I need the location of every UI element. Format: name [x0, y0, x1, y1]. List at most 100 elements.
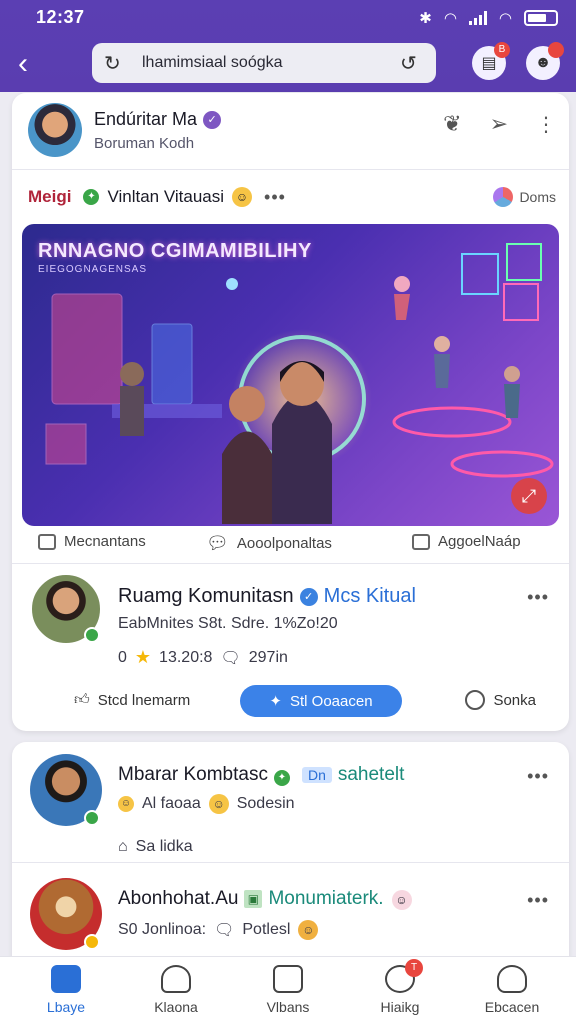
- nav-chat[interactable]: T Hiaikg: [350, 959, 450, 1015]
- top-bar: 12:37 ✱ ◠ ◠ ‹ ↻ lhamimsiaal soógka ↺ ▤ B…: [0, 0, 576, 92]
- send-icon[interactable]: ➢: [490, 111, 508, 137]
- profile-menu-button[interactable]: ☻: [526, 42, 564, 80]
- url-text[interactable]: lhamimsiaal soógka: [128, 54, 400, 72]
- like-button[interactable]: 👍︎ Stcd lnemarm: [58, 683, 206, 717]
- nav-home[interactable]: Lbaye: [16, 965, 116, 1015]
- tab-label: Aooolponaltas: [236, 535, 332, 552]
- group-status-icon: ✦: [83, 189, 100, 205]
- more-horizontal-icon[interactable]: •••: [527, 890, 549, 911]
- feed-name-text: Mbarar Kombtasc: [118, 764, 268, 785]
- community-icon: [161, 965, 191, 993]
- rating-value: 13.20:8: [159, 648, 213, 666]
- inbox-icon: ▤: [481, 55, 497, 72]
- profile-name[interactable]: Endúritar Ma ✓: [94, 109, 222, 130]
- reload-icon[interactable]: ↺: [400, 51, 424, 76]
- nav-box[interactable]: Vlbans: [238, 965, 338, 1015]
- verified-icon: ✓: [203, 111, 222, 130]
- home-icon: ⌂: [118, 838, 128, 855]
- more-horizontal-icon[interactable]: •••: [527, 766, 549, 787]
- feed-line-text: Potlesl: [242, 921, 291, 938]
- nav-label: Klaona: [154, 999, 198, 1015]
- join-label: Stl Ooaacen: [290, 692, 373, 710]
- wifi2-icon: ◠: [498, 10, 512, 27]
- save-button[interactable]: Sonka: [465, 683, 536, 717]
- group-name[interactable]: Vinltan Vitauasi: [107, 187, 224, 207]
- document-icon: [38, 533, 56, 550]
- avatar[interactable]: [28, 103, 82, 157]
- feed-card: Mbarar Kombtasc ✦ Dn sahetelt ••• ☺ Al faoa…: [12, 742, 569, 972]
- community-name-text: Ruamg Komunitasn: [118, 585, 294, 607]
- more-horizontal-icon[interactable]: •••: [264, 187, 286, 208]
- post-tabs: Mecnantans 💬︎ Aooolponaltas AggoelNaáp: [28, 533, 556, 559]
- feed-item-name[interactable]: Mbarar Kombtasc ✦ Dn sahetelt: [118, 764, 404, 786]
- notifications-button[interactable]: ▤ B: [472, 42, 510, 80]
- tab-apps[interactable]: AggoelNaáp: [412, 533, 521, 550]
- group-right-label: Doms: [519, 189, 556, 205]
- tag-icon: ▣: [244, 889, 263, 908]
- tab-mentions[interactable]: Mecnantans: [38, 533, 146, 550]
- tab-comments[interactable]: 💬︎ Aooolponaltas: [206, 533, 332, 554]
- profile-name-text: Endúritar Ma: [94, 109, 198, 129]
- app-icon: [412, 533, 430, 550]
- notification-badge: B: [494, 42, 510, 58]
- profile-icon: [497, 965, 527, 993]
- chat-icon: T: [385, 959, 423, 993]
- divider: [12, 169, 569, 170]
- feed-suffix: sahetelt: [337, 764, 405, 785]
- nav-community[interactable]: Klaona: [126, 965, 226, 1015]
- post-stats: 0 ★ 13.20:8 🗨︎ 297in: [118, 647, 288, 668]
- join-button[interactable]: ✦ Stl Ooaacen: [240, 685, 402, 717]
- feed-line-text: Al faoaa: [142, 795, 201, 812]
- feed-line-text: Sodesin: [236, 795, 295, 812]
- more-horizontal-icon[interactable]: •••: [527, 587, 549, 608]
- community-suffix: Mcs Kitual: [323, 585, 416, 607]
- hero-title: RNNAGNO CGIMAMIBILIHY: [38, 240, 312, 262]
- online-badge: [84, 627, 100, 643]
- nav-profile[interactable]: Ebcacen: [462, 965, 562, 1015]
- butterfly-icon: ✦: [269, 693, 282, 710]
- rating-prefix: 0: [118, 648, 127, 666]
- comment-count: 297in: [248, 648, 288, 666]
- save-label: Sonka: [493, 691, 536, 709]
- bird-icon[interactable]: ❦: [443, 111, 461, 137]
- signal-icon: [468, 11, 487, 25]
- nav-label: Ebcacen: [484, 999, 540, 1015]
- home-icon: [51, 965, 81, 993]
- bluetooth-icon: ✱: [419, 10, 432, 27]
- back-arrow-icon[interactable]: ‹: [18, 49, 28, 79]
- divider: [12, 862, 569, 863]
- more-vertical-icon[interactable]: ⋮: [536, 112, 556, 137]
- community-name[interactable]: Ruamg Komunitasn ✓ Mcs Kitual: [118, 585, 416, 608]
- like-label: Stcd lnemarm: [97, 691, 191, 709]
- comment-icon: 💬︎: [206, 533, 229, 553]
- profile-header: Endúritar Ma ✓ Boruman Kodh ❦ ➢ ⋮: [28, 103, 556, 163]
- emoji-icon: ☺: [391, 890, 412, 910]
- feed-line: ☺ Al faoaa ☺ Sodesin: [118, 794, 295, 814]
- reload-left-icon[interactable]: ↻: [104, 51, 128, 76]
- profile-badge: [548, 42, 564, 58]
- tab-label: Mecnantans: [64, 533, 146, 550]
- feed-item-name[interactable]: Abonhohat.Au ▣ Monumiaterk. ☺: [118, 888, 412, 910]
- feed-tag: Dn: [301, 767, 332, 783]
- post-meta: EabMnites S8t. Sdre. 1%Zo!20: [118, 615, 338, 632]
- smile-emoji-icon: ☺: [232, 187, 253, 207]
- profile-subtitle: Boruman Kodh: [94, 135, 195, 152]
- comment-icon: 🗨︎: [220, 649, 241, 667]
- nav-label: Vlbans: [266, 999, 310, 1015]
- verified-icon: ✓: [299, 587, 318, 606]
- status-badge: [84, 934, 100, 950]
- share-icon[interactable]: ⤢: [511, 478, 547, 514]
- verified-icon: ✦: [273, 770, 290, 786]
- group-right[interactable]: Doms: [493, 187, 556, 207]
- laugh-emoji-icon: ☺: [208, 794, 229, 814]
- thumbs-up-icon: 👍︎: [74, 691, 90, 708]
- group-left-label[interactable]: Meigi: [28, 187, 71, 207]
- main-post-card: Endúritar Ma ✓ Boruman Kodh ❦ ➢ ⋮ Meigi ✦…: [12, 93, 569, 731]
- bottom-nav: Lbaye Klaona Vlbans T Hiaikg Ebcacen: [0, 956, 576, 1024]
- header-actions: ❦ ➢ ⋮: [443, 111, 556, 137]
- feed-line-text: S0 Jonlinoa:: [118, 921, 207, 938]
- avatar-icon: ☻: [534, 54, 552, 71]
- emoji-icon: ☺: [118, 796, 134, 812]
- address-bar[interactable]: ↻ lhamimsiaal soógka ↺: [92, 43, 436, 83]
- hero-image[interactable]: RNNAGNO CGIMAMIBILIHY EIEGOGNAGENSAS ⤢: [22, 224, 559, 526]
